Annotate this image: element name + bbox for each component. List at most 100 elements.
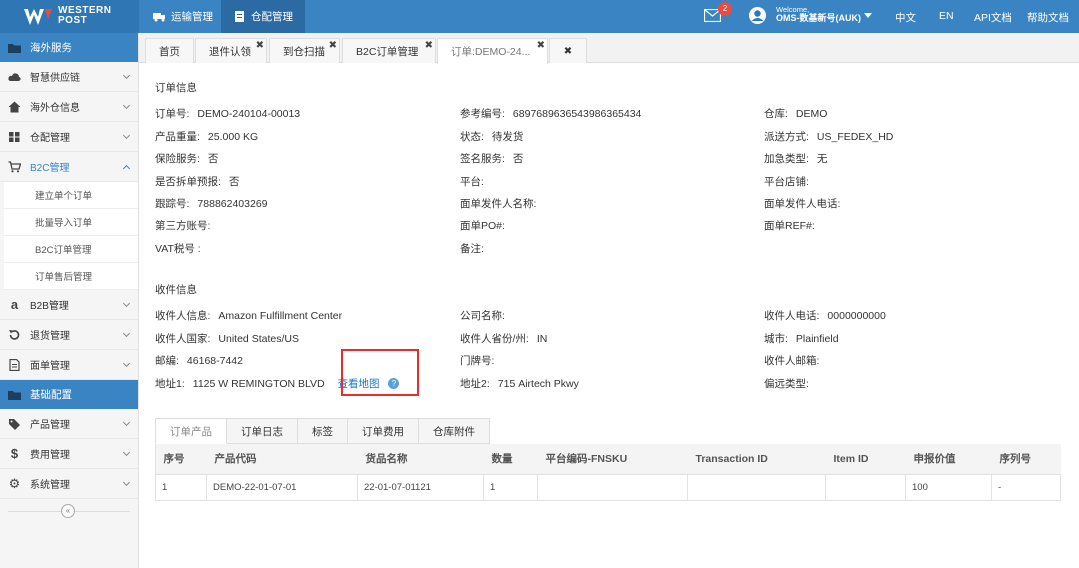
amazon-icon: a xyxy=(10,297,19,312)
subtab-fees[interactable]: 订单费用 xyxy=(348,418,419,444)
cell-declared-value: 100 xyxy=(905,473,992,501)
sidebar-item-label: B2C管理 xyxy=(30,163,70,174)
brand-logo[interactable]: WESTERN POST xyxy=(0,0,139,33)
return-icon xyxy=(9,329,20,340)
lang-cn-link[interactable]: 中文 xyxy=(895,10,916,25)
sidebar-item-label: 面单管理 xyxy=(30,361,70,372)
tab-label: 退件认领 xyxy=(209,45,251,58)
subtab-attachments[interactable]: 仓库附件 xyxy=(419,418,490,444)
sidebar-item-fees[interactable]: $ 费用管理 xyxy=(0,439,138,469)
col-seq: 序号 xyxy=(155,444,207,475)
chevron-down-icon xyxy=(122,101,131,110)
close-icon[interactable]: ✖ xyxy=(329,40,337,51)
folder-icon xyxy=(8,43,21,53)
tab-b2c-orders[interactable]: B2C订单管理 ✖ xyxy=(342,38,436,63)
folder-icon xyxy=(8,390,21,400)
tab-arrival-scan[interactable]: 到仓扫描 ✖ xyxy=(269,38,340,63)
highlight-box xyxy=(341,349,419,396)
sidebar-subitem-create-order[interactable]: 建立单个订单 xyxy=(0,182,138,209)
sidebar-item-system[interactable]: ⚙ 系统管理 xyxy=(0,469,138,499)
sidebar-item-supply-chain[interactable]: 智慧供应链 xyxy=(0,62,138,92)
grid-icon xyxy=(9,131,20,142)
tab-label: 到仓扫描 xyxy=(283,45,325,58)
field-signature: 签名服务: 否 xyxy=(460,153,524,165)
close-icon[interactable]: ✖ xyxy=(537,40,545,51)
chevron-down-icon xyxy=(122,418,131,427)
truck-icon xyxy=(153,13,165,22)
user-menu[interactable]: Welcome, OMS-数基新号(AUK) xyxy=(776,5,861,23)
field-address2: 地址2: 715 Airtech Pkwy xyxy=(460,378,579,390)
close-icon[interactable]: ✖ xyxy=(256,40,264,51)
sidebar-item-label: 产品管理 xyxy=(30,420,70,431)
field-receiver-email: 收件人邮箱: xyxy=(764,355,820,367)
sidebar-subitem-batch-import[interactable]: 批量导入订单 xyxy=(0,209,138,236)
sidebar-item-labels[interactable]: 面单管理 xyxy=(0,350,138,380)
cell-item-id xyxy=(825,473,906,501)
sidebar-item-products[interactable]: 产品管理 xyxy=(0,409,138,439)
field-company-name: 公司名称: xyxy=(460,310,505,322)
field-delivery-method: 派送方式: US_FEDEX_HD xyxy=(764,131,894,143)
sidebar-section-basic-config[interactable]: 基础配置 xyxy=(0,380,138,409)
field-house-no: 门牌号: xyxy=(460,355,495,367)
sidebar-item-label: 退货管理 xyxy=(30,331,70,342)
field-remote-type: 偏远类型: xyxy=(764,378,809,390)
sidebar-section-label: 海外服务 xyxy=(30,42,72,54)
top-bar: WESTERN POST 运输管理 仓配管理 2 Welcome, OMS-数基… xyxy=(0,0,1079,33)
sidebar-subitem-after-sales[interactable]: 订单售后管理 xyxy=(0,263,138,290)
order-info-title: 订单信息 xyxy=(155,82,197,94)
sidebar-item-b2c[interactable]: B2C管理 xyxy=(0,152,138,182)
sidebar: 海外服务 智慧供应链 海外仓信息 仓配管理 B2C管理 建立单个订单 批量导入订… xyxy=(0,33,139,568)
sidebar-item-label: 智慧供应链 xyxy=(30,73,80,84)
chevron-down-icon xyxy=(122,299,131,308)
col-fnsku: 平台编码-FNSKU xyxy=(537,444,688,475)
field-receiver-state: 收件人省份/州: IN xyxy=(460,333,548,345)
order-items-table: 序号 产品代码 货品名称 数量 平台编码-FNSKU Transaction I… xyxy=(155,444,1061,501)
sidebar-item-label: 系统管理 xyxy=(30,480,70,491)
col-item-id: Item ID xyxy=(825,444,906,475)
col-declared-value: 申报价值 xyxy=(905,444,992,475)
table-header-row: 序号 产品代码 货品名称 数量 平台编码-FNSKU Transaction I… xyxy=(155,444,1061,475)
sidebar-collapse-button[interactable]: « xyxy=(61,504,75,518)
sidebar-item-b2b[interactable]: a B2B管理 xyxy=(0,290,138,320)
close-icon[interactable]: ✖ xyxy=(564,46,572,57)
user-name: OMS-数基新号(AUK) xyxy=(776,13,861,23)
tab-return-claim[interactable]: 退件认领 ✖ xyxy=(195,38,267,63)
detail-subtabs: 订单产品 订单日志 标签 订单费用 仓库附件 xyxy=(155,418,490,444)
tab-home[interactable]: 首页 xyxy=(145,38,194,63)
tab-close-all[interactable]: ✖ xyxy=(549,38,587,63)
tag-icon xyxy=(9,418,20,430)
topnav-transport[interactable]: 运输管理 xyxy=(141,0,225,33)
field-receiver-phone: 收件人电话: 0000000000 xyxy=(764,310,886,322)
table-row: 1 DEMO-22-01-07-01 22-01-07-01121 1 100 … xyxy=(155,473,1061,501)
cell-quantity: 1 xyxy=(483,473,538,501)
field-receiver-country: 收件人国家: United States/US xyxy=(155,333,299,345)
field-sender-phone: 面单发件人电话: xyxy=(764,198,841,210)
lang-en-link[interactable]: EN xyxy=(939,10,954,22)
subtab-log[interactable]: 订单日志 xyxy=(227,418,298,444)
cell-serial-no: - xyxy=(991,473,1061,501)
sidebar-subitem-b2c-orders[interactable]: B2C订单管理 xyxy=(0,236,138,263)
field-city: 城市: Plainfield xyxy=(764,333,839,345)
tab-label: 订单:DEMO-24... xyxy=(451,46,531,58)
user-dropdown-caret-icon[interactable] xyxy=(864,13,872,18)
api-doc-link[interactable]: API文档 xyxy=(974,10,1012,25)
close-icon[interactable]: ✖ xyxy=(425,40,433,51)
sidebar-item-fulfillment[interactable]: 仓配管理 xyxy=(0,122,138,152)
home-icon xyxy=(8,101,21,112)
field-order-no: 订单号: DEMO-240104-00013 xyxy=(155,108,301,120)
subtab-products[interactable]: 订单产品 xyxy=(155,418,227,444)
field-insurance: 保险服务: 否 xyxy=(155,153,219,165)
sidebar-section-overseas[interactable]: 海外服务 xyxy=(0,33,138,62)
help-doc-link[interactable]: 帮助文档 xyxy=(1027,10,1069,25)
user-avatar-icon[interactable] xyxy=(749,7,766,24)
sidebar-item-returns[interactable]: 退货管理 xyxy=(0,320,138,350)
chevron-down-icon xyxy=(122,448,131,457)
field-label-po: 面单PO#: xyxy=(460,220,505,232)
col-quantity: 数量 xyxy=(483,444,538,475)
chevron-down-icon xyxy=(122,329,131,338)
subtab-labels[interactable]: 标签 xyxy=(298,418,348,444)
tab-order-detail[interactable]: 订单:DEMO-24... ✖ xyxy=(437,38,548,64)
topnav-warehouse[interactable]: 仓配管理 xyxy=(221,0,305,33)
sidebar-item-warehouse-info[interactable]: 海外仓信息 xyxy=(0,92,138,122)
notification-badge: 2 xyxy=(718,2,732,16)
